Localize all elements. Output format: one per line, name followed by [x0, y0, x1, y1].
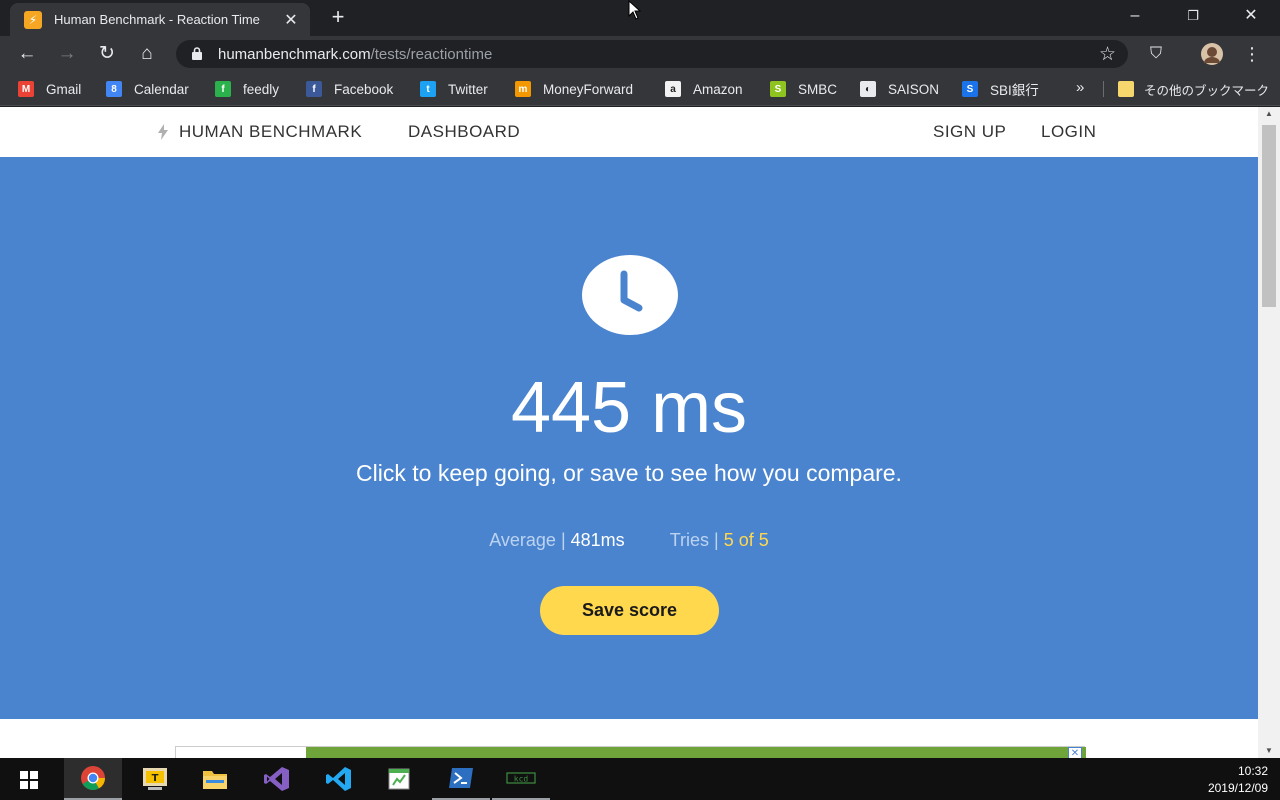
dashboard-link[interactable]: DASHBOARD	[408, 122, 520, 142]
terminal-icon[interactable]: kcd	[492, 758, 550, 800]
saison-icon: ◐	[860, 81, 876, 97]
bookmark-twitter[interactable]: t Twitter	[420, 79, 488, 99]
bookmark-label: Twitter	[448, 81, 488, 97]
address-bar[interactable]: humanbenchmark.com/tests/reactiontime ☆	[176, 40, 1128, 68]
svg-text:kcd: kcd	[514, 775, 529, 784]
file-explorer-icon[interactable]	[186, 758, 244, 800]
minimize-button[interactable]: –	[1112, 4, 1158, 28]
bookmark-smbc[interactable]: S SMBC	[770, 79, 837, 99]
scroll-down-icon[interactable]: ▼	[1258, 744, 1280, 758]
close-window-button[interactable]: ✕	[1228, 4, 1274, 28]
menu-kebab-icon[interactable]: ⋮	[1242, 42, 1262, 66]
tries-value: 5 of 5	[723, 530, 769, 550]
bookmarks-bar: M Gmail 8 Calendar f feedly f Facebook t Twitter m…	[0, 72, 1280, 106]
bookmark-sbi[interactable]: S SBI銀行	[962, 79, 1039, 99]
notepad-icon[interactable]	[370, 758, 428, 800]
scroll-up-icon[interactable]: ▲	[1258, 107, 1280, 121]
pocket-icon[interactable]: ⛉	[1144, 42, 1168, 66]
bookmark-label: SBI銀行	[990, 83, 1039, 98]
clock-date: 2019/12/09	[1207, 781, 1268, 795]
bookmark-moneyforward[interactable]: m MoneyForward	[515, 79, 633, 99]
bookmark-label: Calendar	[134, 81, 189, 97]
lightning-icon: ⚡	[24, 10, 42, 29]
bookmark-feedly[interactable]: f feedly	[215, 79, 279, 99]
login-link[interactable]: LOGIN	[1041, 122, 1096, 142]
tab-title: Human Benchmark - Reaction Time	[54, 12, 260, 27]
bookmark-amazon[interactable]: a Amazon	[665, 79, 743, 99]
feedly-icon: f	[215, 81, 231, 97]
bookmark-label: feedly	[243, 81, 280, 97]
bookmark-label: SMBC	[798, 81, 838, 97]
bookmark-divider	[1103, 81, 1104, 97]
typora-icon[interactable]: T	[126, 758, 184, 800]
home-icon[interactable]: ⌂	[134, 42, 160, 66]
visual-studio-icon[interactable]	[248, 758, 306, 800]
ad-banner[interactable]: ✕	[175, 746, 1086, 758]
browser-tab[interactable]: ⚡ Human Benchmark - Reaction Time ✕	[10, 3, 310, 36]
mouse-cursor-icon	[628, 0, 642, 20]
bookmark-label: SAISON	[888, 81, 940, 97]
bookmark-saison[interactable]: ◐ SAISON	[860, 79, 939, 99]
test-area[interactable]: 445 ms Click to keep going, or save to s…	[0, 157, 1258, 719]
bookmark-star-icon[interactable]: ☆	[1099, 43, 1116, 66]
facebook-icon: f	[306, 81, 322, 97]
average-value: 481ms	[570, 530, 625, 550]
twitter-icon: t	[420, 81, 436, 97]
instruction-text: Click to keep going, or save to see how …	[356, 460, 902, 486]
ad-close-icon[interactable]: ✕	[1068, 747, 1082, 758]
vscode-icon[interactable]	[310, 758, 368, 800]
scroll-thumb[interactable]	[1262, 125, 1276, 307]
chrome-icon[interactable]	[64, 758, 122, 800]
brand-link[interactable]: HUMAN BENCHMARK	[179, 122, 362, 142]
svg-text:T: T	[152, 773, 159, 784]
calendar-icon: 8	[106, 81, 122, 97]
avatar[interactable]	[1200, 42, 1224, 66]
moneyforward-icon: m	[515, 81, 531, 97]
bookmark-label: Gmail	[46, 81, 82, 97]
tries-stat: Tries | 5 of 5	[669, 530, 769, 550]
windows-taskbar: T kcd 10:32 2019/12/09	[0, 758, 1280, 800]
browser-toolbar: ← → ↻ ⌂ humanbenchmark.com/tests/reactio…	[0, 36, 1280, 72]
reaction-time-score: 445 ms	[510, 368, 748, 448]
clock-time: 10:32	[1237, 764, 1268, 778]
bookmark-label: Facebook	[334, 81, 394, 97]
smbc-icon: S	[770, 81, 786, 97]
web-page: HUMAN BENCHMARK DASHBOARD SIGN UP LOGIN …	[0, 107, 1258, 758]
bookmark-facebook[interactable]: f Facebook	[306, 79, 393, 99]
other-bookmarks-label: その他のブックマーク	[1144, 83, 1270, 98]
reload-icon[interactable]: ↻	[94, 42, 120, 66]
restore-button[interactable]: ❐	[1170, 4, 1216, 28]
sbi-icon: S	[962, 81, 978, 97]
stats-row: Average | 481ms Tries | 5 of 5	[0, 530, 1258, 551]
folder-icon	[1118, 81, 1134, 97]
lightning-bolt-icon	[158, 124, 168, 140]
bookmark-label: Amazon	[693, 81, 743, 97]
bookmark-label: MoneyForward	[543, 81, 634, 97]
gmail-icon: M	[18, 81, 34, 97]
new-tab-button[interactable]: +	[326, 6, 350, 30]
average-stat: Average | 481ms	[489, 530, 625, 550]
forward-arrow-icon[interactable]: →	[54, 42, 80, 66]
close-tab-icon[interactable]: ✕	[282, 10, 300, 30]
bookmark-gmail[interactable]: M Gmail	[18, 79, 81, 99]
page-scrollbar[interactable]: ▲ ▼	[1258, 107, 1280, 758]
other-bookmarks-folder[interactable]: その他のブックマーク	[1118, 79, 1269, 99]
signup-link[interactable]: SIGN UP	[933, 122, 1006, 142]
clock-icon	[582, 255, 678, 335]
windows-start-icon[interactable]	[20, 771, 38, 789]
powershell-icon[interactable]	[432, 758, 490, 800]
more-bookmarks-icon[interactable]: »	[1076, 79, 1084, 96]
back-arrow-icon[interactable]: ←	[14, 42, 40, 66]
lock-icon	[192, 47, 202, 60]
url-text: humanbenchmark.com/tests/reactiontime	[218, 46, 493, 63]
amazon-icon: a	[665, 81, 681, 97]
system-clock[interactable]: 10:32 2019/12/09	[1208, 763, 1268, 797]
bookmark-calendar[interactable]: 8 Calendar	[106, 79, 189, 99]
title-bar: ⚡ Human Benchmark - Reaction Time ✕ + – …	[0, 0, 1280, 36]
ad-image[interactable]	[306, 747, 1086, 758]
site-header: HUMAN BENCHMARK DASHBOARD SIGN UP LOGIN	[0, 107, 1258, 157]
save-score-button[interactable]: Save score	[540, 586, 719, 635]
